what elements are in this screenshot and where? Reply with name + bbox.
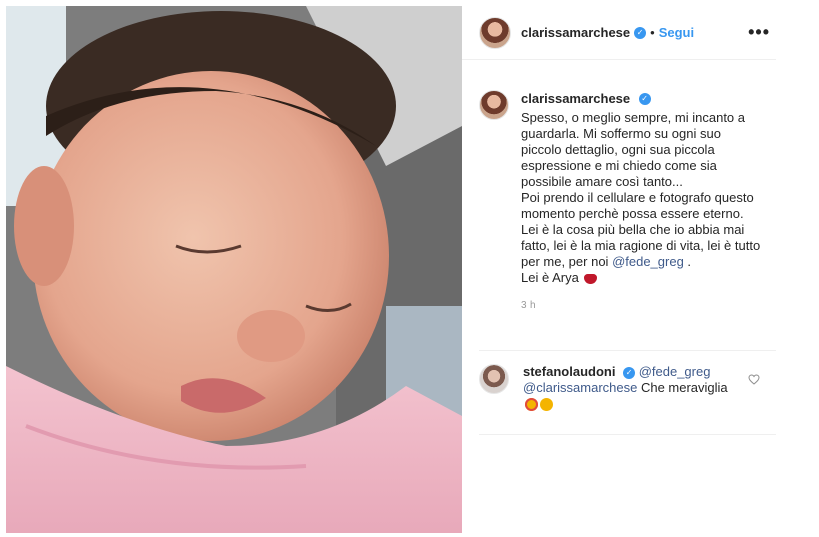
author-avatar[interactable] xyxy=(479,16,511,49)
baby-photo-image xyxy=(6,6,462,533)
heart-emoji-icon xyxy=(584,273,598,284)
verified-badge-icon: ✓ xyxy=(623,366,636,379)
comment-item: stefanolaudoni ✓ @fede_greg @clarissamar… xyxy=(479,364,776,412)
caption-closing-text: Lei è Arya xyxy=(521,270,579,285)
verified-badge-icon: ✓ xyxy=(634,26,647,39)
comment-mention-link[interactable]: @fede_greg xyxy=(639,364,711,379)
caption-after-mention: . xyxy=(683,254,692,269)
commenter-avatar[interactable] xyxy=(479,364,509,394)
post-timestamp[interactable]: 3 h xyxy=(521,300,761,311)
post-caption: clarissamarchese ✓ Spesso, o meglio semp… xyxy=(479,90,769,311)
comment-mention-link-2[interactable]: @clarissamarchese xyxy=(523,380,637,395)
verified-badge-icon: ✓ xyxy=(638,92,651,105)
separator-dot: • xyxy=(650,25,655,40)
post-header: clarissamarchese ✓ • Segui ••• xyxy=(462,6,776,60)
post-photo[interactable] xyxy=(6,6,462,533)
comment-text: Che meraviglia xyxy=(637,380,728,395)
more-options-icon[interactable]: ••• xyxy=(748,22,770,42)
heart-outline-icon[interactable] xyxy=(748,374,760,385)
caption-username[interactable]: clarissamarchese xyxy=(521,91,630,106)
commenter-username[interactable]: stefanolaudoni xyxy=(523,364,615,379)
heart-eyes-emoji-icon xyxy=(525,398,538,412)
caption-body-text: Spesso, o meglio sempre, mi incanto a gu… xyxy=(521,110,761,269)
caption-text: Spesso, o meglio sempre, mi incanto a gu… xyxy=(521,110,761,286)
author-username[interactable]: clarissamarchese xyxy=(521,25,630,40)
post-sidebar: clarissamarchese ✓ • Segui ••• clarissam… xyxy=(462,6,776,533)
caption-mention-link[interactable]: @fede_greg xyxy=(612,254,684,269)
blush-emoji-icon xyxy=(540,398,553,412)
comments-end-divider xyxy=(479,434,776,435)
caption-author-avatar[interactable] xyxy=(479,90,509,120)
comments-divider xyxy=(479,350,776,351)
follow-button[interactable]: Segui xyxy=(659,25,694,40)
